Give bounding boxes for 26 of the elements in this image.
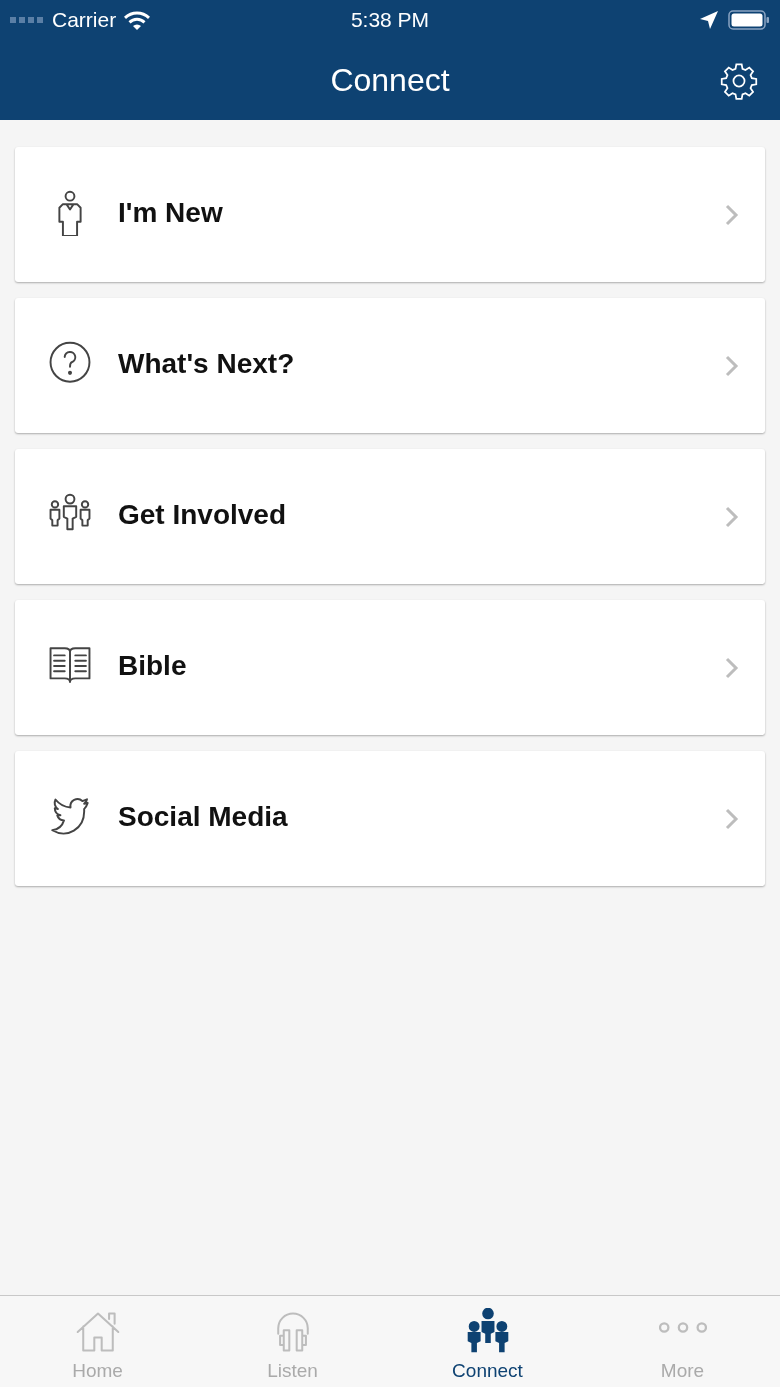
settings-icon <box>720 62 758 100</box>
item-label: What's Next? <box>118 347 296 380</box>
signal-icon <box>10 17 44 23</box>
status-time: 5:38 PM <box>350 8 430 32</box>
chevron-icon <box>725 202 739 227</box>
screen-title: Connect <box>330 61 450 99</box>
settings-button[interactable] <box>720 62 758 100</box>
tab[interactable]: Connect <box>390 1296 585 1387</box>
chevron-icon <box>725 504 739 529</box>
chevron-icon <box>725 806 739 831</box>
list-item[interactable]: What's Next? <box>15 298 765 433</box>
list-item[interactable]: Bible <box>15 600 765 735</box>
item-label: Social Media <box>118 800 289 833</box>
list-item[interactable]: I'm New <box>15 147 765 282</box>
location-icon <box>700 11 718 29</box>
list-item[interactable]: Get Involved <box>15 449 765 584</box>
battery-icon <box>728 10 770 30</box>
list-item[interactable]: Social Media <box>15 751 765 886</box>
more-icon <box>658 1322 707 1333</box>
item-label: Get Involved <box>118 498 288 531</box>
item-label: I'm New <box>118 196 224 229</box>
item-label: Bible <box>118 649 188 682</box>
carrier: Carrier <box>52 8 117 32</box>
chevron-icon <box>725 353 739 378</box>
wifi-icon <box>124 10 151 30</box>
chevron-icon <box>725 655 739 680</box>
